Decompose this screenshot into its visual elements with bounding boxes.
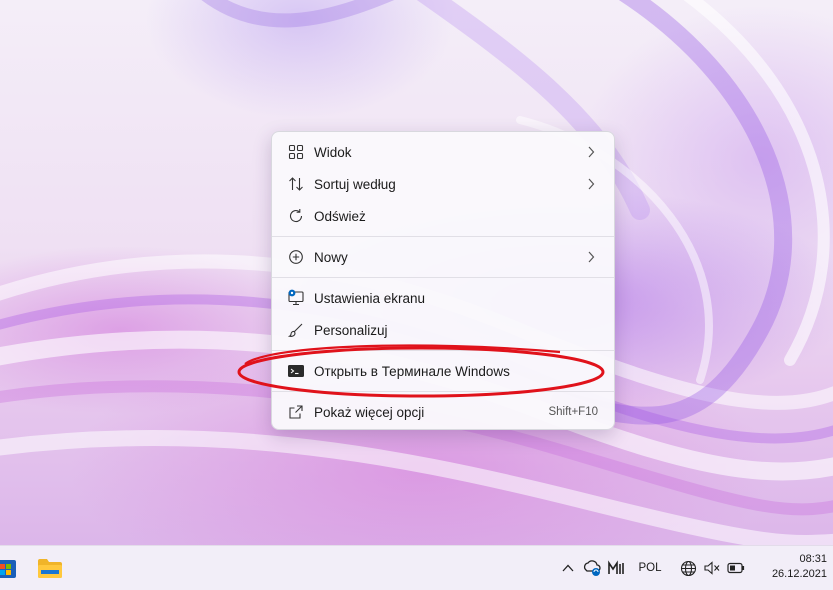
menu-item-new[interactable]: Nowy — [276, 242, 610, 272]
file-explorer-icon[interactable] — [36, 554, 64, 582]
chevron-up-icon[interactable] — [560, 560, 576, 576]
open-external-icon — [286, 402, 306, 422]
chevron-right-icon — [584, 251, 598, 263]
menu-item-open-in-terminal[interactable]: Открыть в Терминале Windows — [276, 356, 610, 386]
menu-item-label: Personalizuj — [314, 322, 388, 338]
chevron-right-icon — [584, 178, 598, 190]
battery-icon[interactable] — [726, 558, 746, 578]
grid-icon — [286, 142, 306, 162]
brush-icon — [286, 320, 306, 340]
clock[interactable]: 08:31 26.12.2021 — [772, 552, 827, 582]
menu-separator — [272, 277, 614, 278]
menu-item-display-settings[interactable]: Ustawienia ekranu — [276, 283, 610, 313]
refresh-icon — [286, 206, 306, 226]
clock-date: 26.12.2021 — [771, 568, 827, 580]
menu-item-sort-by[interactable]: Sortuj według — [276, 169, 610, 199]
menu-item-label: Sortuj według — [314, 176, 396, 192]
volume-muted-icon[interactable] — [702, 558, 722, 578]
menu-item-label: Ustawienia ekranu — [314, 290, 426, 306]
onedrive-sync-icon[interactable] — [582, 558, 602, 578]
menu-item-label: Nowy — [314, 249, 348, 265]
menu-separator — [272, 236, 614, 237]
menu-separator — [272, 391, 614, 392]
language-indicator[interactable]: POL — [636, 559, 664, 577]
taskbar: POL 08:31 26.12.2021 — [0, 545, 833, 590]
store-icon[interactable] — [0, 554, 18, 582]
menu-item-show-more-options[interactable]: Pokaż więcej opcji Shift+F10 — [276, 397, 610, 427]
menu-item-label: Pokaż więcej opcji — [314, 404, 425, 420]
chevron-right-icon — [584, 146, 598, 158]
menu-item-label: Odśwież — [314, 208, 366, 224]
sort-icon — [286, 174, 306, 194]
display-settings-icon — [286, 288, 306, 308]
menu-item-shortcut: Shift+F10 — [548, 406, 598, 418]
menu-item-label: Widok — [314, 144, 352, 160]
menu-item-view[interactable]: Widok — [276, 137, 610, 167]
menu-item-personalize[interactable]: Personalizuj — [276, 315, 610, 345]
desktop-context-menu: Widok Sortuj według Odśwież Nowy Ustawie… — [271, 131, 615, 430]
clock-time: 08:31 — [799, 553, 827, 565]
add-circle-icon — [286, 247, 306, 267]
menu-item-label: Открыть в Терминале Windows — [314, 363, 510, 379]
menu-item-refresh[interactable]: Odśwież — [276, 201, 610, 231]
menu-separator — [272, 350, 614, 351]
terminal-icon — [286, 361, 306, 381]
globe-icon[interactable] — [678, 558, 698, 578]
meet-now-icon[interactable] — [606, 558, 626, 578]
